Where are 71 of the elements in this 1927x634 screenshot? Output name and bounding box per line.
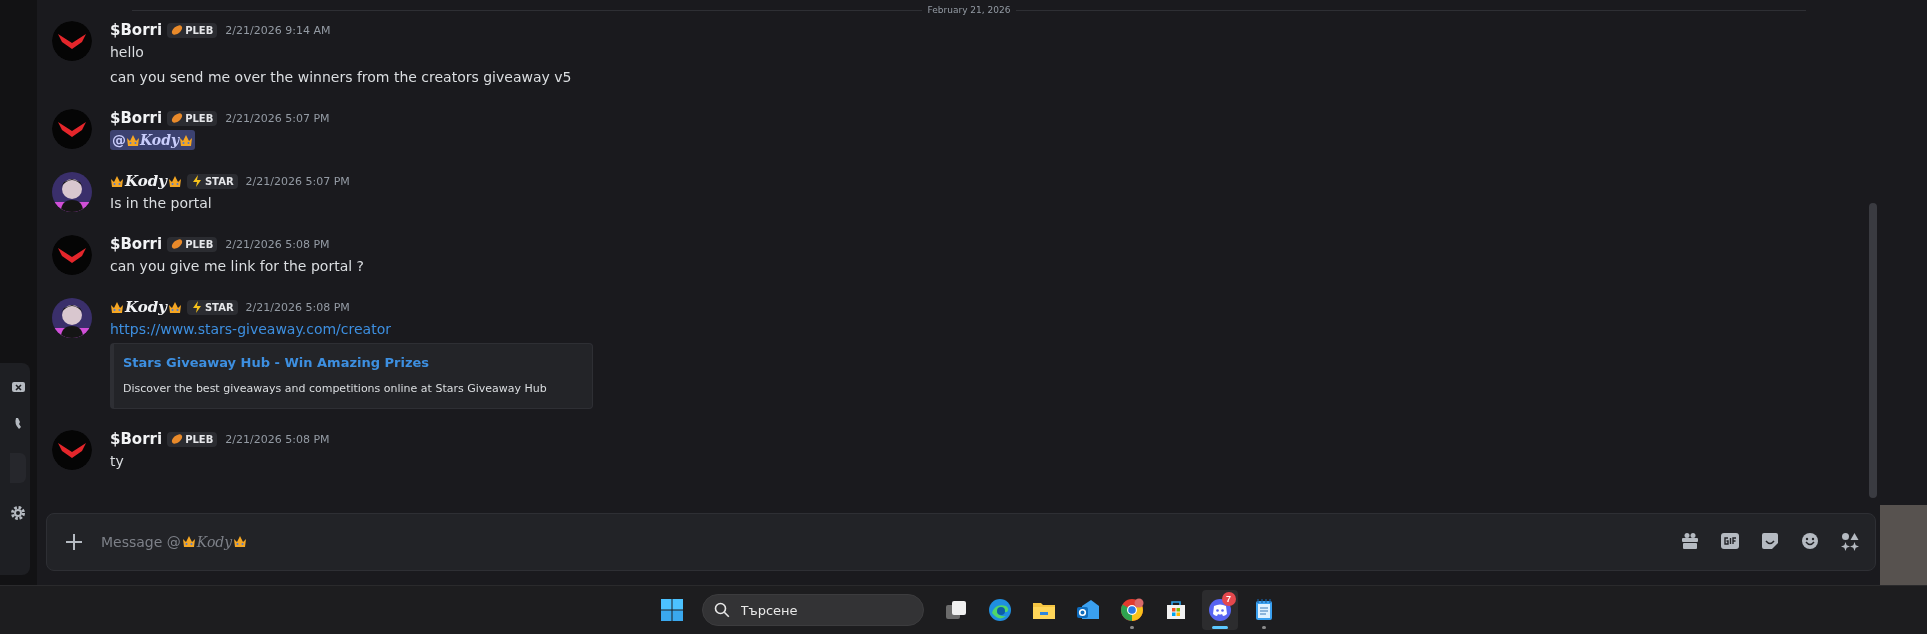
plus-icon[interactable] <box>65 532 83 551</box>
message-text: can you send me over the winners from the creators giveaway v5 <box>110 68 572 87</box>
person-avatar <box>52 172 92 212</box>
crown-icon <box>167 174 182 188</box>
role-tag: PLEB <box>167 110 218 126</box>
role-tag: PLEB <box>167 236 218 252</box>
username[interactable]: Kody <box>110 298 182 316</box>
lightning-icon <box>190 175 203 187</box>
mail-icon <box>1075 598 1100 622</box>
leaf-icon <box>171 24 184 36</box>
username[interactable]: $Borri <box>110 235 163 253</box>
chat-app-icon <box>1207 598 1232 622</box>
windows-logo-icon <box>659 598 684 622</box>
leaf-icon <box>171 238 184 250</box>
screen-icon[interactable] <box>12 381 26 395</box>
crown-icon <box>181 535 196 548</box>
role-tag: STAR <box>186 299 238 315</box>
embed-description: Discover the best giveaways and competitions online at Stars Giveaway Hub <box>123 381 548 397</box>
username[interactable]: $Borri <box>110 109 163 127</box>
sticker-icon[interactable] <box>1761 532 1779 551</box>
gift-icon[interactable] <box>1681 532 1699 551</box>
leaf-icon <box>171 112 184 124</box>
running-indicator <box>1211 626 1228 629</box>
message-text: hello <box>110 43 145 62</box>
emblem-avatar <box>52 109 92 149</box>
crown-icon <box>110 174 124 188</box>
user-mention[interactable]: @ Kody <box>110 130 196 150</box>
crown-icon <box>110 300 124 314</box>
timestamp: 2/21/2026 5:08 PM <box>225 237 330 251</box>
timestamp: 2/21/2026 5:08 PM <box>225 432 330 446</box>
timestamp: 2/21/2026 9:14 AM <box>225 23 331 37</box>
gif-icon[interactable] <box>1721 532 1739 551</box>
role-tag: PLEB <box>167 22 218 38</box>
timestamp: 2/21/2026 5:08 PM <box>245 300 350 314</box>
crown-icon <box>167 300 182 314</box>
browser-icon <box>987 598 1012 622</box>
search-field[interactable]: Търсене <box>701 594 924 626</box>
search-icon <box>713 602 730 618</box>
emblem-avatar <box>52 21 92 61</box>
browser-icon <box>1119 598 1144 622</box>
message-input-field[interactable]: Message @ Kody <box>46 512 1876 571</box>
taskbar-app[interactable]: 7 <box>1201 590 1238 630</box>
running-indicator <box>1129 626 1134 629</box>
lightning-icon <box>190 301 203 313</box>
crown-icon <box>126 133 140 147</box>
username[interactable]: $Borri <box>110 21 163 39</box>
windows-icon <box>943 598 968 622</box>
emblem-avatar <box>52 430 92 470</box>
username[interactable]: $Borri <box>110 430 163 448</box>
message-link[interactable]: https://www.stars-giveaway.com/creator <box>110 321 391 337</box>
timestamp: 2/21/2026 5:07 PM <box>245 174 350 188</box>
running-indicator <box>1261 626 1266 629</box>
embed-title[interactable]: Stars Giveaway Hub - Win Amazing Prizes <box>123 353 580 373</box>
apps-icon[interactable] <box>1841 532 1859 551</box>
message-text: Is in the portal <box>110 194 213 213</box>
role-tag: STAR <box>186 173 238 189</box>
timestamp: 2/21/2026 5:07 PM <box>225 111 330 125</box>
scrollbar-thumb[interactable] <box>1869 203 1877 498</box>
crown-icon <box>233 535 248 548</box>
role-tag: PLEB <box>167 431 218 447</box>
message-text: ty <box>110 452 125 471</box>
message-text: can you give me link for the portal ? <box>110 257 364 276</box>
settings-icon[interactable] <box>10 505 26 521</box>
emblem-avatar <box>52 235 92 275</box>
leaf-icon <box>171 433 184 445</box>
notification-count: 7 <box>1221 592 1236 606</box>
person-avatar <box>52 298 92 338</box>
username[interactable]: Kody <box>110 172 182 190</box>
message-placeholder: Message @ Kody <box>101 533 248 550</box>
crown-icon <box>179 133 194 147</box>
emoji-icon[interactable] <box>1801 532 1819 551</box>
